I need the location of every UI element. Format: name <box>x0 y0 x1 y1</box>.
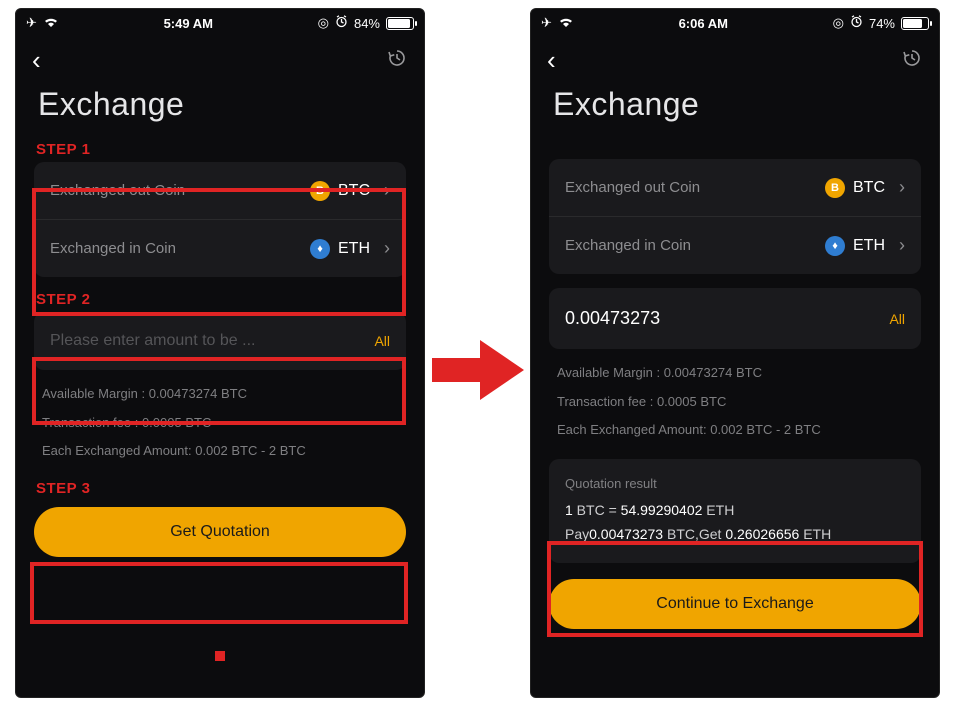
phone-screen-left: ✈ 5:49 AM ◎ 84% ‹ Exchange STEP 1 Exchan… <box>15 8 425 698</box>
highlight-step3 <box>30 562 408 624</box>
wifi-icon <box>43 16 59 31</box>
exchange-range: Each Exchanged Amount: 0.002 BTC - 2 BTC <box>38 437 402 466</box>
quotation-rate: 1 BTC = 54.99290402 ETH <box>565 499 905 523</box>
exchanged-in-code: ETH <box>853 237 885 255</box>
page-indicator <box>215 651 225 661</box>
status-bar: ✈ 5:49 AM ◎ 84% <box>16 9 424 37</box>
coin-selection-card: Exchanged out Coin B BTC › Exchanged in … <box>549 159 921 274</box>
battery-percent: 84% <box>354 16 380 31</box>
amount-input-card[interactable]: Please enter amount to be ... All <box>34 312 406 370</box>
amount-input[interactable]: 0.00473273 <box>565 308 889 329</box>
battery-percent: 74% <box>869 16 895 31</box>
exchanged-in-code: ETH <box>338 240 370 258</box>
available-margin: Available Margin : 0.00473274 BTC <box>553 359 917 388</box>
page-title: Exchange <box>16 80 424 141</box>
status-time: 6:06 AM <box>574 16 833 31</box>
battery-icon <box>901 17 929 30</box>
all-button[interactable]: All <box>889 311 905 327</box>
exchanged-in-label: Exchanged in Coin <box>565 237 825 254</box>
all-button[interactable]: All <box>374 333 390 349</box>
exchanged-out-code: BTC <box>338 182 370 200</box>
chevron-right-icon: › <box>384 180 390 201</box>
phone-screen-right: ✈ 6:06 AM ◎ 74% ‹ Exchange Exchanged out… <box>530 8 940 698</box>
back-button[interactable]: ‹ <box>32 45 41 76</box>
coin-selection-card: Exchanged out Coin B BTC › Exchanged in … <box>34 162 406 277</box>
chevron-right-icon: › <box>899 235 905 256</box>
status-bar: ✈ 6:06 AM ◎ 74% <box>531 9 939 37</box>
exchanged-out-code: BTC <box>853 179 885 197</box>
transaction-fee: Transaction fee : 0.0005 BTC <box>553 388 917 417</box>
alarm-icon <box>335 15 348 31</box>
eth-icon: ♦ <box>310 239 330 259</box>
location-icon: ◎ <box>318 15 329 31</box>
exchanged-in-row[interactable]: Exchanged in Coin ♦ ETH › <box>34 219 406 277</box>
arrow-icon <box>432 340 524 400</box>
exchanged-out-row[interactable]: Exchanged out Coin B BTC › <box>549 159 921 216</box>
quotation-result-card: Quotation result 1 BTC = 54.99290402 ETH… <box>549 459 921 563</box>
battery-icon <box>386 17 414 30</box>
quotation-title: Quotation result <box>565 473 905 495</box>
history-icon[interactable] <box>901 47 923 74</box>
available-margin: Available Margin : 0.00473274 BTC <box>38 380 402 409</box>
location-icon: ◎ <box>833 15 844 31</box>
exchanged-out-label: Exchanged out Coin <box>50 182 310 199</box>
airplane-mode-icon: ✈ <box>26 15 37 31</box>
step-label-3: STEP 3 <box>36 480 424 497</box>
btc-icon: B <box>825 178 845 198</box>
eth-icon: ♦ <box>825 236 845 256</box>
step-label-2: STEP 2 <box>36 291 424 308</box>
exchanged-in-label: Exchanged in Coin <box>50 240 310 257</box>
transaction-fee: Transaction fee : 0.0005 BTC <box>38 409 402 438</box>
wifi-icon <box>558 16 574 31</box>
exchanged-out-row[interactable]: Exchanged out Coin B BTC › <box>34 162 406 219</box>
exchange-range: Each Exchanged Amount: 0.002 BTC - 2 BTC <box>553 416 917 445</box>
nav-bar: ‹ <box>531 37 939 80</box>
airplane-mode-icon: ✈ <box>541 15 552 31</box>
chevron-right-icon: › <box>384 238 390 259</box>
continue-exchange-button[interactable]: Continue to Exchange <box>549 579 921 629</box>
amount-input-card[interactable]: 0.00473273 All <box>549 288 921 349</box>
back-button[interactable]: ‹ <box>547 45 556 76</box>
history-icon[interactable] <box>386 47 408 74</box>
get-quotation-button[interactable]: Get Quotation <box>34 507 406 557</box>
chevron-right-icon: › <box>899 177 905 198</box>
quotation-pay-get: Pay0.00473273 BTC,Get 0.26026656 ETH <box>565 523 905 547</box>
status-time: 5:49 AM <box>59 16 318 31</box>
nav-bar: ‹ <box>16 37 424 80</box>
alarm-icon <box>850 15 863 31</box>
exchanged-out-label: Exchanged out Coin <box>565 179 825 196</box>
page-title: Exchange <box>531 80 939 141</box>
exchanged-in-row[interactable]: Exchanged in Coin ♦ ETH › <box>549 216 921 274</box>
step-label-1: STEP 1 <box>36 141 424 158</box>
btc-icon: B <box>310 181 330 201</box>
amount-input[interactable]: Please enter amount to be ... <box>50 332 374 350</box>
